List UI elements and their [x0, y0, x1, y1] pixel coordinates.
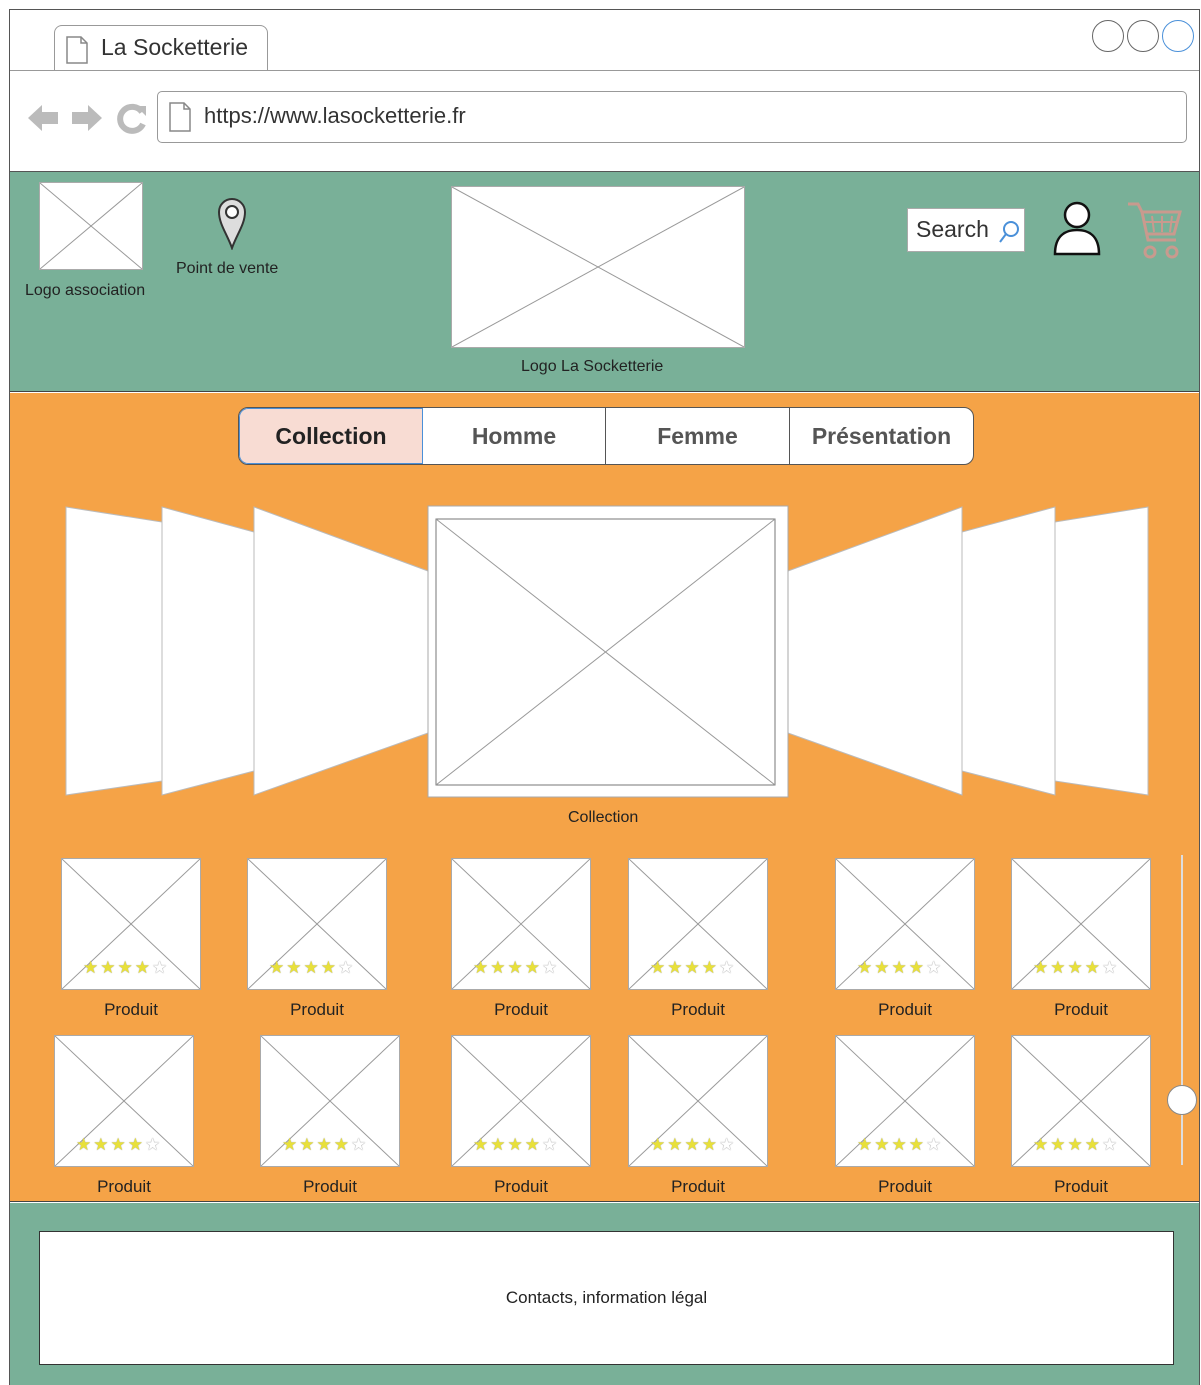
carousel-slide[interactable]: [253, 506, 429, 796]
site-header: Logo association Point de vente Logo La …: [10, 172, 1199, 392]
carousel-slide[interactable]: [787, 506, 963, 796]
minimize-button[interactable]: [1092, 20, 1124, 52]
logo-association-placeholder[interactable]: [39, 182, 143, 270]
cart-icon[interactable]: [1126, 200, 1182, 260]
rating-stars: ★★★★★: [83, 958, 170, 977]
product-label[interactable]: Produit: [61, 1000, 201, 1020]
tab-presentation[interactable]: Présentation: [790, 408, 973, 464]
point-de-vente-label[interactable]: Point de vente: [176, 260, 278, 278]
scroll-thumb[interactable]: [1167, 1085, 1197, 1115]
tab-title: La Socketterie: [101, 34, 249, 60]
rating-stars: ★★★★★: [473, 1135, 560, 1154]
product-label[interactable]: Produit: [1011, 1000, 1151, 1020]
forward-arrow-icon[interactable]: [70, 102, 104, 134]
carousel-slide[interactable]: [1054, 506, 1149, 796]
rating-stars: ★★★★★: [650, 958, 737, 977]
carousel-slide[interactable]: [961, 506, 1056, 796]
footer-info: Contacts, information légal: [39, 1231, 1174, 1365]
rating-stars: ★★★★★: [857, 958, 944, 977]
product-label[interactable]: Produit: [835, 1000, 975, 1020]
tab-homme[interactable]: Homme: [423, 408, 606, 464]
browser-window: La Socketterie https://www.lasocketterie…: [9, 9, 1200, 1385]
rating-stars: ★★★★★: [282, 1135, 369, 1154]
rating-stars: ★★★★★: [857, 1135, 944, 1154]
reload-icon[interactable]: [114, 102, 148, 136]
product-label[interactable]: Produit: [54, 1177, 194, 1197]
product-label[interactable]: Produit: [628, 1177, 768, 1197]
search-box[interactable]: Search: [907, 208, 1025, 252]
logo-main-label: Logo La Socketterie: [521, 358, 664, 375]
rating-stars: ★★★★★: [269, 958, 356, 977]
main-content: Collection Homme Femme Présentation Coll…: [10, 393, 1200, 1202]
map-pin-icon[interactable]: [217, 196, 247, 250]
rating-stars: ★★★★★: [473, 958, 560, 977]
carousel-slide[interactable]: [161, 506, 255, 796]
tab-collection[interactable]: Collection: [239, 408, 423, 464]
product-label[interactable]: Produit: [835, 1177, 975, 1197]
rating-stars: ★★★★★: [650, 1135, 737, 1154]
rating-stars: ★★★★★: [1033, 1135, 1120, 1154]
page-icon: [169, 102, 191, 132]
search-icon[interactable]: [998, 220, 1020, 244]
carousel-slide[interactable]: [65, 506, 163, 796]
maximize-button[interactable]: [1127, 20, 1159, 52]
address-bar[interactable]: https://www.lasocketterie.fr: [157, 91, 1187, 143]
product-label[interactable]: Produit: [451, 1000, 591, 1020]
product-label[interactable]: Produit: [451, 1177, 591, 1197]
browser-tab[interactable]: La Socketterie: [54, 25, 268, 71]
logo-main-placeholder[interactable]: [451, 186, 745, 348]
close-button[interactable]: [1162, 20, 1194, 52]
main-nav: Collection Homme Femme Présentation: [238, 407, 974, 465]
search-label: Search: [916, 216, 989, 242]
page-icon: [66, 36, 88, 64]
product-label[interactable]: Produit: [1011, 1177, 1151, 1197]
collection-carousel[interactable]: [10, 493, 1200, 803]
tab-femme[interactable]: Femme: [606, 408, 790, 464]
url-text: https://www.lasocketterie.fr: [204, 103, 466, 128]
carousel-caption: Collection: [568, 809, 639, 826]
product-label[interactable]: Produit: [247, 1000, 387, 1020]
footer-text[interactable]: Contacts, information légal: [506, 1288, 707, 1308]
back-arrow-icon[interactable]: [26, 102, 60, 134]
logo-association-label: Logo association: [25, 282, 146, 299]
tab-divider: [10, 70, 1199, 71]
user-icon[interactable]: [1052, 200, 1102, 256]
rating-stars: ★★★★★: [76, 1135, 163, 1154]
product-label[interactable]: Produit: [260, 1177, 400, 1197]
site-footer: Contacts, information légal: [10, 1203, 1199, 1385]
scroll-track[interactable]: [1181, 855, 1183, 1165]
product-label[interactable]: Produit: [628, 1000, 768, 1020]
rating-stars: ★★★★★: [1033, 958, 1120, 977]
